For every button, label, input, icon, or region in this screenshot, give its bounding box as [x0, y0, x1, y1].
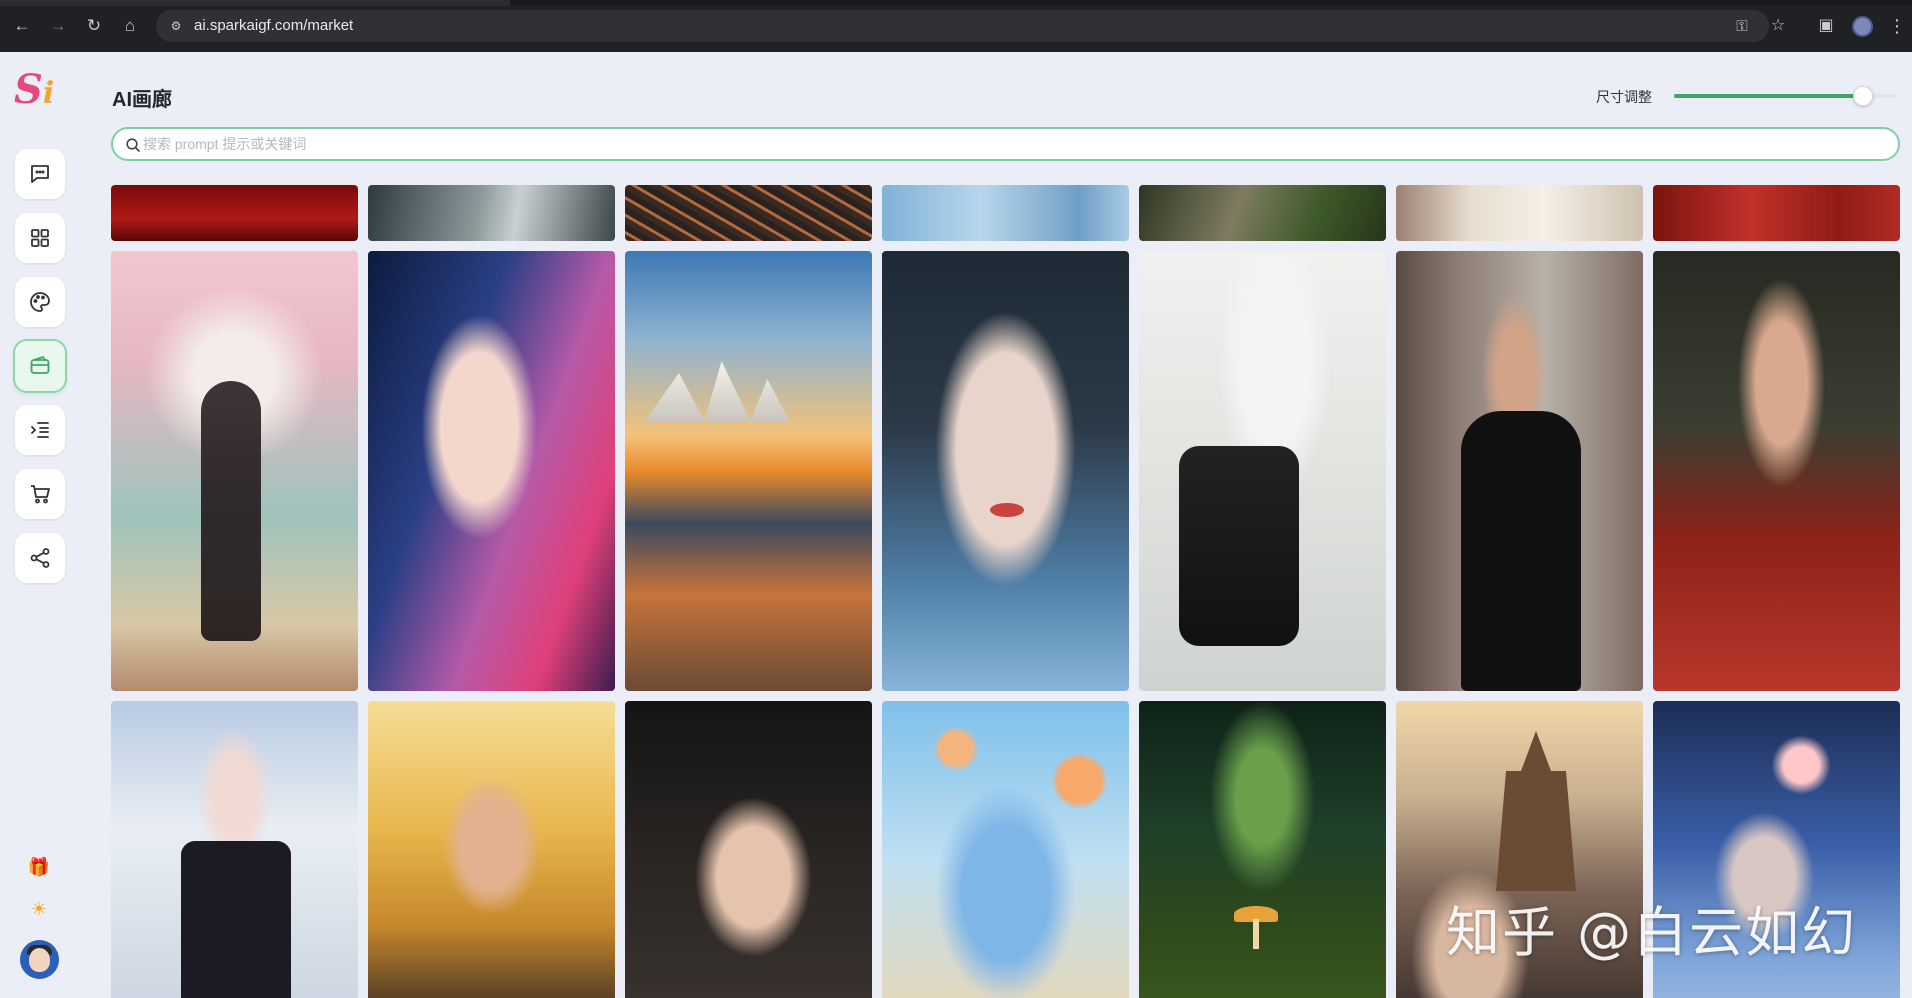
- page-title: AI画廊: [112, 89, 172, 111]
- sidebar-item-draw[interactable]: [15, 277, 65, 327]
- gift-icon[interactable]: 🎁: [27, 855, 51, 879]
- slider-thumb[interactable]: [1852, 86, 1873, 106]
- sidebar-item-list[interactable]: [15, 405, 65, 455]
- gallery-card[interactable]: [1139, 701, 1386, 998]
- list-indent-icon: [31, 422, 49, 438]
- cart-icon: [31, 485, 50, 504]
- key-icon[interactable]: ⚿: [1733, 18, 1751, 36]
- size-adjust-label: 尺寸调整: [1596, 89, 1652, 105]
- user-avatar[interactable]: [20, 940, 59, 979]
- gallery-card[interactable]: [368, 701, 615, 998]
- gallery-card[interactable]: [882, 185, 1129, 241]
- back-icon[interactable]: ←: [10, 14, 34, 38]
- sidebar-item-gallery[interactable]: [15, 341, 65, 391]
- profile-avatar[interactable]: [1852, 16, 1873, 37]
- gallery-card[interactable]: [1653, 251, 1900, 691]
- chat-bubble-icon: [31, 165, 49, 183]
- sidebar-item-apps[interactable]: [15, 213, 65, 263]
- share-icon: [30, 548, 50, 568]
- image-gallery: [111, 185, 1901, 998]
- forward-icon[interactable]: →: [46, 14, 70, 38]
- gallery-card[interactable]: [1396, 185, 1643, 241]
- url-text: ai.sparkaigf.com/market: [194, 17, 354, 34]
- search-icon: [126, 138, 140, 152]
- sidebar-item-share[interactable]: [15, 533, 65, 583]
- gallery-card[interactable]: [1139, 251, 1386, 691]
- gallery-card[interactable]: [1139, 185, 1386, 241]
- tab-strip: [0, 0, 1912, 6]
- gallery-card[interactable]: [625, 251, 872, 691]
- slider-fill: [1674, 94, 1863, 98]
- gallery-card[interactable]: [625, 701, 872, 998]
- gallery-card[interactable]: [111, 185, 358, 241]
- site-info-icon[interactable]: ⚙: [168, 18, 184, 34]
- gallery-card[interactable]: [1396, 251, 1643, 691]
- bookmark-star-icon[interactable]: ☆: [1766, 14, 1790, 38]
- sidebar-item-shop[interactable]: [15, 469, 65, 519]
- size-slider[interactable]: [1674, 86, 1896, 106]
- browser-toolbar: ← → ↻ ⌂ ⚙ ai.sparkaigf.com/market ⚿ ☆ ▣ …: [0, 0, 1912, 52]
- gallery-card[interactable]: [111, 251, 358, 691]
- search-input[interactable]: [143, 134, 1843, 154]
- search-bar[interactable]: [111, 127, 1900, 161]
- side-panel-icon[interactable]: ▣: [1814, 14, 1838, 38]
- gallery-card[interactable]: [882, 701, 1129, 998]
- wallet-icon: [30, 356, 50, 374]
- reload-icon[interactable]: ↻: [82, 14, 106, 38]
- gallery-card[interactable]: [625, 185, 872, 241]
- gallery-card[interactable]: [1653, 185, 1900, 241]
- sidebar-item-chat[interactable]: [15, 149, 65, 199]
- site-logo[interactable]: Si: [14, 67, 64, 113]
- gallery-card[interactable]: [368, 185, 615, 241]
- home-icon[interactable]: ⌂: [118, 14, 142, 38]
- sun-icon[interactable]: ☀: [27, 897, 51, 921]
- menu-kebab-icon[interactable]: ⋮: [1888, 14, 1906, 38]
- gallery-card[interactable]: [368, 251, 615, 691]
- palette-icon: [30, 292, 50, 312]
- gallery-card[interactable]: [111, 701, 358, 998]
- gallery-card[interactable]: [882, 251, 1129, 691]
- grid-icon: [31, 229, 49, 247]
- watermark: 知乎 @白云如幻: [1446, 901, 1858, 964]
- address-bar[interactable]: ⚙ ai.sparkaigf.com/market ⚿: [156, 10, 1769, 42]
